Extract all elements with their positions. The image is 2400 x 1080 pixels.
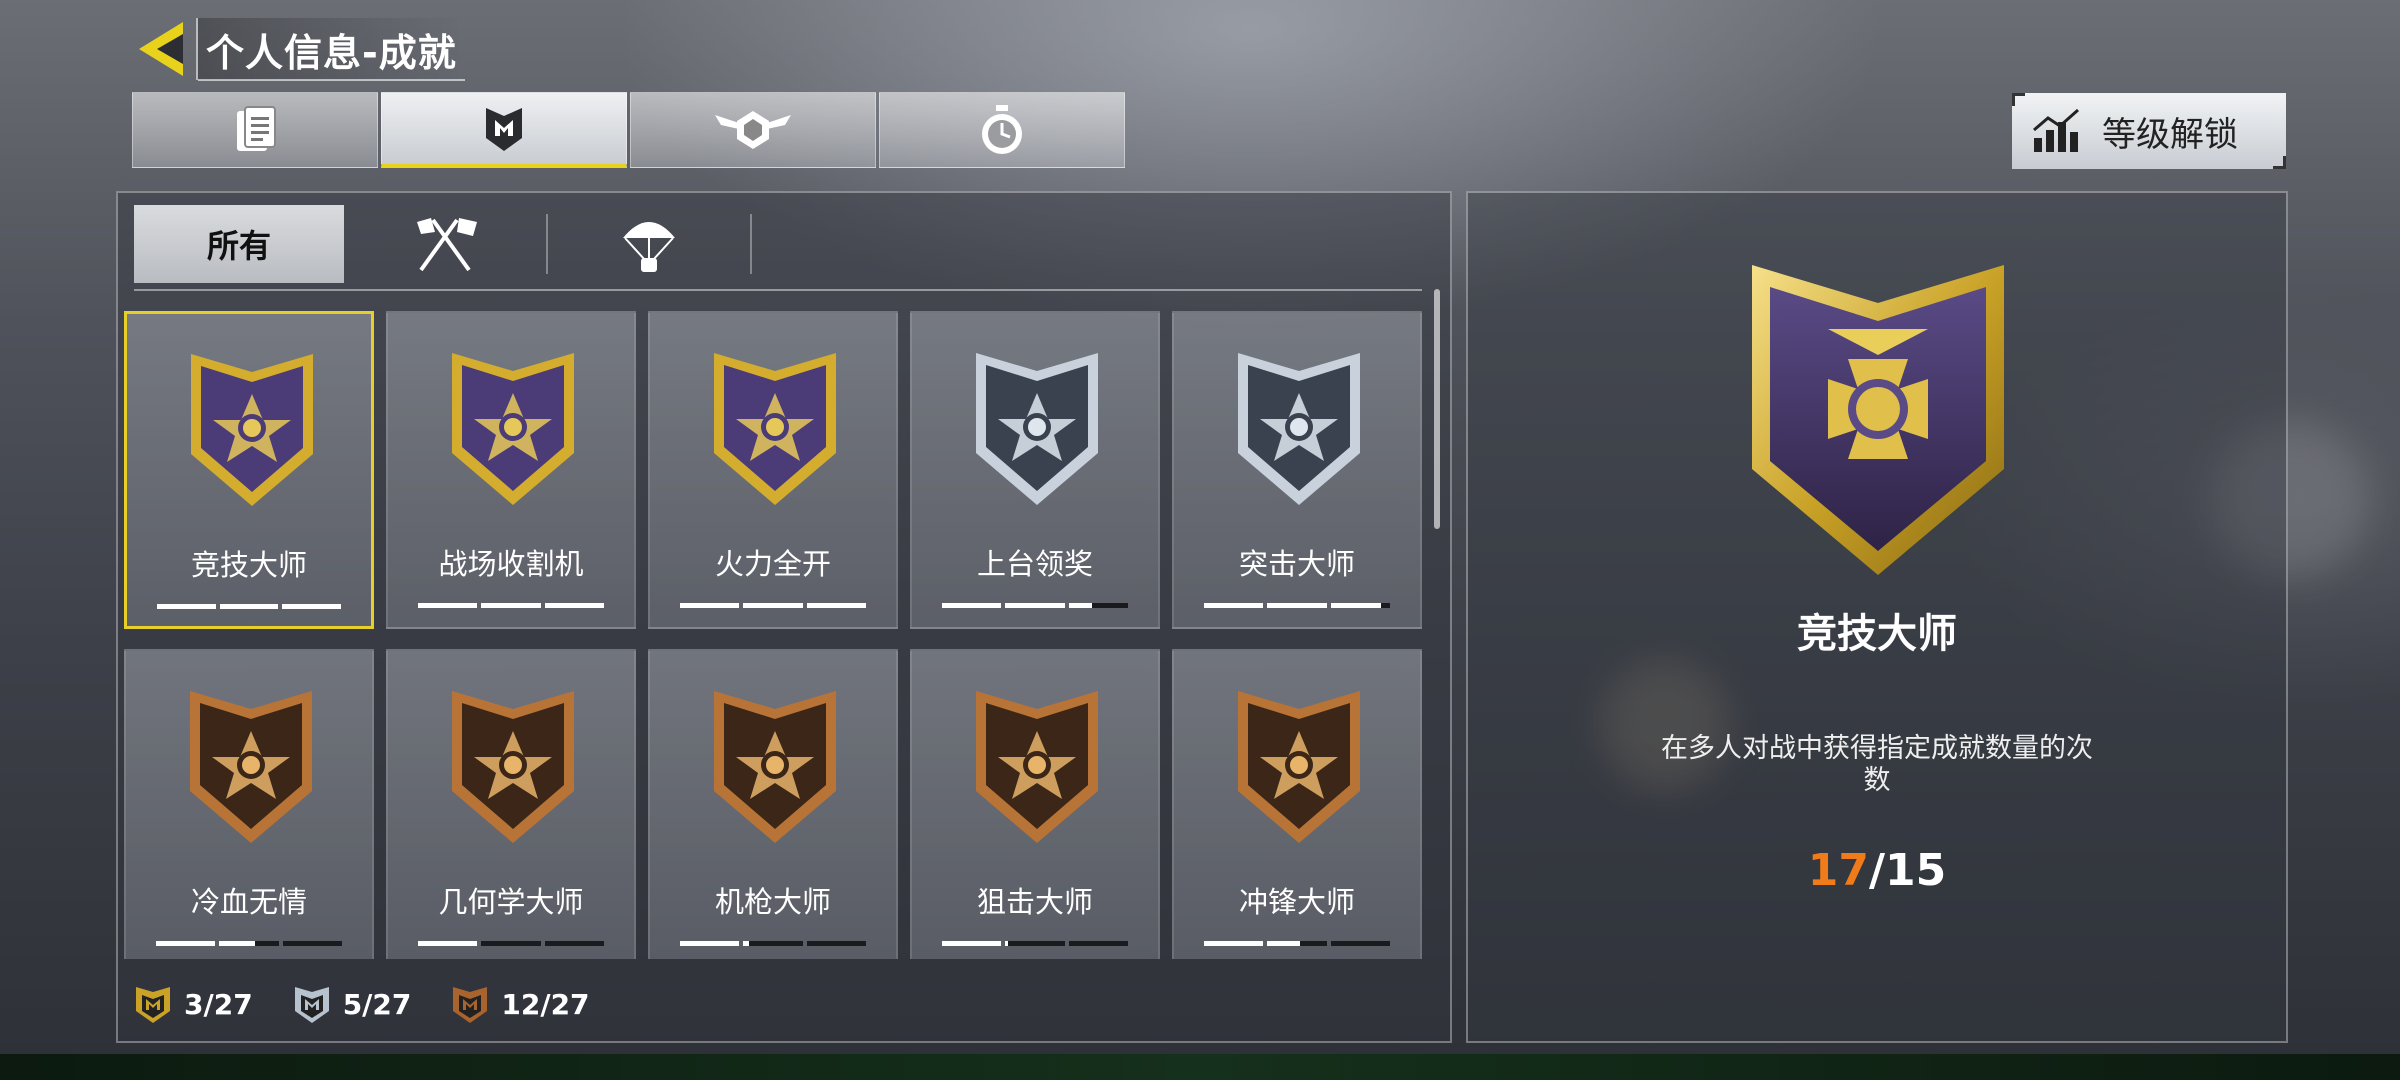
tab-rank[interactable] xyxy=(630,92,876,168)
top-tab-bar xyxy=(132,92,1125,168)
sniper-rifle-icon xyxy=(976,691,1098,843)
achievement-progress xyxy=(1204,941,1390,946)
achievement-progress xyxy=(156,941,342,946)
category-tab-combat[interactable] xyxy=(344,205,546,283)
back-arrow-icon xyxy=(139,22,183,76)
achievement-name: 冲锋大师 xyxy=(1238,885,1355,919)
detail-progress-current: 17 xyxy=(1807,845,1869,896)
tab-achievements[interactable] xyxy=(381,92,627,168)
scrollbar[interactable] xyxy=(1434,289,1440,529)
achievement-detail-panel: 竞技大师 在多人对战中获得指定成就数量的次数 17/15 xyxy=(1466,191,2288,1043)
achievement-card[interactable]: 突击大师 xyxy=(1172,311,1422,629)
achievement-progress xyxy=(942,941,1128,946)
detail-progress: 17/15 xyxy=(1468,845,2286,896)
boom-grenade-icon xyxy=(452,691,574,843)
page-title: 个人信息-成就 xyxy=(206,30,457,75)
tab-records[interactable] xyxy=(879,92,1125,168)
title-container: 个人信息-成就 xyxy=(196,18,465,81)
bronze-badge-icon xyxy=(453,987,488,1023)
achievement-name: 战场收割机 xyxy=(438,547,584,581)
achievement-list-panel: 所有 竞技大师 战场收割机 火力全开 上台领奖 突击大师冷血无情 几何学大师 机枪大师 狙击大… xyxy=(116,191,1452,1043)
achievement-progress xyxy=(1204,603,1390,608)
achievement-card[interactable]: 机枪大师 xyxy=(648,649,898,959)
wolf-head-icon xyxy=(190,691,312,843)
achievement-card[interactable]: 火力全开 xyxy=(648,311,898,629)
achievement-name: 火力全开 xyxy=(714,547,831,581)
achievement-progress xyxy=(418,941,604,946)
parachute-icon xyxy=(623,222,675,272)
achievement-progress xyxy=(680,941,866,946)
crossed-swords-flags-icon xyxy=(417,218,477,272)
cross-medal-icon xyxy=(1752,265,2004,575)
list-document-icon xyxy=(237,106,276,151)
level-unlock-button[interactable]: 等级解锁 xyxy=(2012,93,2286,169)
stopwatch-icon xyxy=(982,105,1022,154)
achievement-card[interactable]: 狙击大师 xyxy=(910,649,1160,959)
achievement-grid: 竞技大师 战场收割机 火力全开 上台领奖 突击大师冷血无情 几何学大师 机枪大师 狙击大师 冲锋… xyxy=(124,311,1424,959)
bottom-strip xyxy=(0,1054,2400,1080)
achievement-name: 狙击大师 xyxy=(976,885,1093,919)
silver-badge-icon xyxy=(294,987,329,1023)
gold-badge-icon xyxy=(136,987,170,1023)
achievement-progress xyxy=(942,603,1128,608)
detail-description: 在多人对战中获得指定成就数量的次数 xyxy=(1661,733,2093,796)
category-tabs: 所有 xyxy=(134,205,752,283)
silver-count: 5/27 xyxy=(293,983,412,1025)
back-button[interactable] xyxy=(133,18,191,80)
tier-counts: 3/27 5/27 12/27 xyxy=(134,983,590,1025)
bronze-count: 12/27 xyxy=(451,983,590,1025)
bronze-count-value: 12/27 xyxy=(501,987,590,1021)
achievement-progress xyxy=(680,603,866,608)
category-divider xyxy=(134,289,1422,291)
level-unlock-label: 等级解锁 xyxy=(2102,114,2238,155)
achievement-progress xyxy=(418,603,604,608)
machine-gun-icon xyxy=(714,691,836,843)
achievement-card[interactable]: 几何学大师 xyxy=(386,649,636,959)
jet-plane-icon xyxy=(714,353,836,505)
achievement-name: 竞技大师 xyxy=(190,548,307,582)
winged-emblem-icon xyxy=(715,111,791,149)
achievement-name: 几何学大师 xyxy=(438,885,584,919)
cross-medal-icon xyxy=(191,354,313,506)
smg-icon xyxy=(1238,691,1360,843)
detail-progress-total: /15 xyxy=(1868,845,1947,896)
category-tab-all[interactable]: 所有 xyxy=(134,205,344,283)
achievement-name: 机枪大师 xyxy=(714,885,831,919)
achievement-name: 突击大师 xyxy=(1238,547,1355,581)
achievement-card[interactable]: 竞技大师 xyxy=(124,311,374,629)
skull-helmet-icon xyxy=(452,353,574,505)
achievement-card[interactable]: 冷血无情 xyxy=(124,649,374,959)
category-tab-battle-royale[interactable] xyxy=(548,205,750,283)
gold-count: 3/27 xyxy=(134,983,253,1025)
category-all-label: 所有 xyxy=(206,227,271,265)
achievement-name: 冷血无情 xyxy=(190,885,307,919)
trophy-star-icon xyxy=(976,353,1098,505)
gold-count-value: 3/27 xyxy=(184,987,253,1021)
detail-title: 竞技大师 xyxy=(1797,611,1957,657)
assault-rifle-icon xyxy=(1238,353,1360,505)
achievement-name: 上台领奖 xyxy=(976,547,1093,581)
achievement-card[interactable]: 冲锋大师 xyxy=(1172,649,1422,959)
achievement-card[interactable]: 战场收割机 xyxy=(386,311,636,629)
shield-badge-icon xyxy=(486,107,522,151)
achievement-progress xyxy=(157,604,342,609)
tab-profile[interactable] xyxy=(132,92,378,168)
achievement-card[interactable]: 上台领奖 xyxy=(910,311,1160,629)
silver-count-value: 5/27 xyxy=(342,987,412,1021)
rank-chart-icon xyxy=(2033,108,2079,152)
